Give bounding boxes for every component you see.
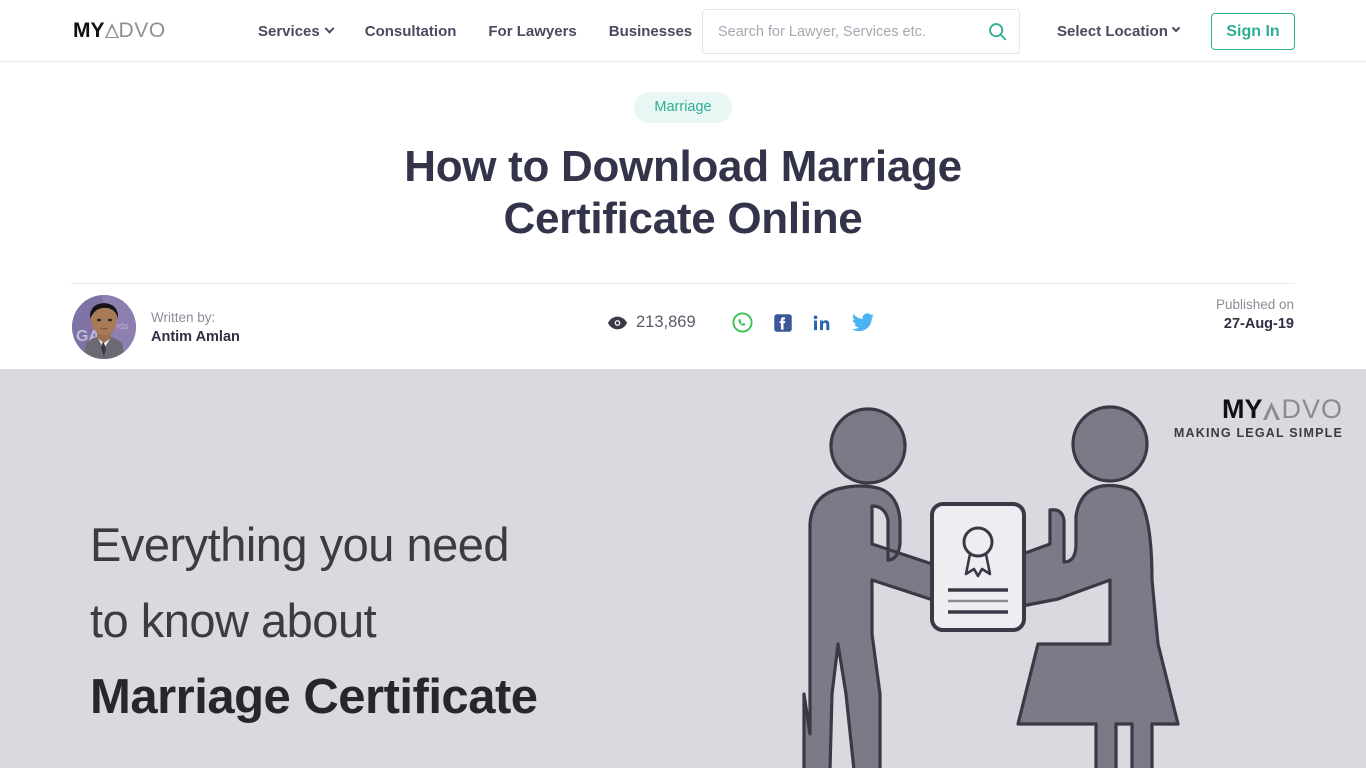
article-meta-row: GA rds Written by: Antim Amlan 213,869 P… <box>0 284 1366 369</box>
banner-logo-light: DVO <box>1281 394 1343 424</box>
eye-icon <box>608 316 627 329</box>
triangle-a-icon <box>104 23 119 38</box>
banner-line-2: to know about <box>90 594 377 647</box>
category-badge[interactable]: Marriage <box>634 92 732 123</box>
share-twitter-button[interactable] <box>843 313 883 332</box>
banner-line-1: Everything you need <box>90 518 510 571</box>
banner-line-3: Marriage Certificate <box>90 670 538 724</box>
nav-item-for-lawyers[interactable]: For Lawyers <box>488 23 576 40</box>
avatar-photo: GA rds <box>72 295 136 359</box>
avatar: GA rds <box>72 295 136 359</box>
chevron-down-icon <box>1171 23 1181 33</box>
article-header: Marriage How to Download Marriage Certif… <box>0 92 1366 369</box>
author-text-block: Written by: Antim Amlan <box>151 308 240 347</box>
nav-item-label: Services <box>258 22 320 40</box>
site-header: MY DVO Services Consultation For Lawyers … <box>0 0 1366 62</box>
search-button[interactable] <box>975 10 1019 53</box>
share-row: 213,869 <box>608 312 883 333</box>
page-title: How to Download Marriage Certificate Onl… <box>404 142 962 243</box>
facebook-icon <box>773 313 792 332</box>
nav-item-businesses[interactable]: Businesses <box>609 23 692 40</box>
published-label: Published on <box>1215 297 1294 312</box>
banner-text-block: Everything you need to know about Marria… <box>90 507 538 735</box>
chevron-down-icon <box>324 23 335 34</box>
linkedin-icon <box>813 315 830 330</box>
nav-item-label: Businesses <box>608 22 693 40</box>
main-nav: Services Consultation For Lawyers Busine… <box>258 0 692 62</box>
select-location-dropdown[interactable]: Select Location <box>1057 0 1181 62</box>
nav-item-consultation[interactable]: Consultation <box>365 23 457 40</box>
share-facebook-button[interactable] <box>763 313 803 333</box>
logo-light-text: DVO <box>118 19 166 42</box>
share-linkedin-button[interactable] <box>803 313 843 333</box>
site-logo[interactable]: MY DVO <box>73 20 166 42</box>
two-people-exchanging-certificate-illustration <box>802 405 1180 768</box>
search-input[interactable] <box>703 23 975 40</box>
view-count: 213,869 <box>636 313 696 331</box>
nav-item-label: Consultation <box>364 22 457 40</box>
nav-item-label: For Lawyers <box>488 22 577 40</box>
published-date: 27-Aug-19 <box>1223 316 1294 332</box>
triangle-a-icon <box>1263 401 1281 421</box>
select-location-label: Select Location <box>1057 22 1168 40</box>
author-block: GA rds Written by: Antim Amlan <box>72 295 240 359</box>
article-hero-banner: Everything you need to know about Marria… <box>0 369 1366 768</box>
certificate-icon <box>930 502 1026 632</box>
view-count-block: 213,869 <box>608 313 696 332</box>
twitter-icon <box>851 313 874 332</box>
whatsapp-icon <box>732 312 753 333</box>
published-block: Published on 27-Aug-19 <box>1216 295 1294 334</box>
banner-logo-bold: MY <box>1221 394 1263 424</box>
category-badge-row: Marriage <box>0 92 1366 123</box>
share-whatsapp-button[interactable] <box>723 312 763 333</box>
svg-text:rds: rds <box>116 321 129 331</box>
author-name[interactable]: Antim Amlan <box>151 327 240 347</box>
sign-in-button[interactable]: Sign In <box>1211 13 1295 50</box>
search-box <box>702 9 1020 54</box>
nav-item-services[interactable]: Services <box>258 22 335 40</box>
written-by-label: Written by: <box>151 309 216 325</box>
logo-bold-text: MY <box>73 19 105 42</box>
search-icon <box>988 23 1006 41</box>
